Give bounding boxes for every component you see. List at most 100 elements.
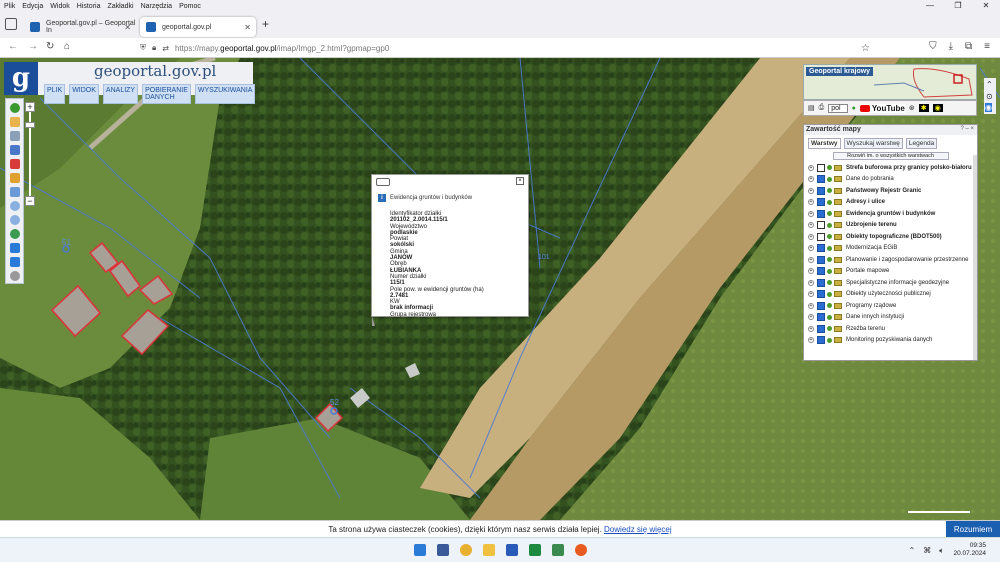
- layer-checkbox[interactable]: [817, 255, 825, 264]
- popup-close-icon[interactable]: ×: [516, 177, 524, 185]
- expand-icon[interactable]: +: [808, 302, 814, 309]
- system-clock[interactable]: 09:35 20.07.2024: [953, 542, 986, 558]
- print-icon[interactable]: [10, 131, 20, 141]
- layer-checkbox[interactable]: [817, 209, 825, 218]
- expand-icon[interactable]: +: [808, 233, 814, 240]
- expand-icon[interactable]: +: [808, 291, 814, 298]
- menu-analizy[interactable]: ANALIZY: [102, 84, 139, 104]
- cookie-accept-button[interactable]: Rozumiem: [946, 521, 1000, 538]
- popup-toolbar-icon[interactable]: [376, 178, 390, 186]
- expand-icon[interactable]: +: [808, 268, 814, 275]
- help-icon[interactable]: ●: [852, 105, 856, 112]
- reload-icon[interactable]: ↻: [46, 41, 54, 52]
- printer-icon[interactable]: ⎙: [819, 104, 825, 112]
- maximize-icon[interactable]: ❐: [944, 0, 972, 12]
- print-icon[interactable]: ▤: [808, 104, 815, 112]
- extensions-icon[interactable]: ⧉: [965, 41, 972, 52]
- layer-row[interactable]: + Monitoring pozyskiwania danych: [804, 335, 977, 347]
- downloads-icon[interactable]: ⤓: [949, 41, 953, 52]
- layer-checkbox[interactable]: [817, 221, 825, 230]
- youtube-link[interactable]: YouTube: [859, 103, 905, 113]
- menu-bookmarks[interactable]: Zakładki: [107, 3, 133, 10]
- menu-tools[interactable]: Narzędzia: [141, 3, 173, 10]
- cookie-learn-more-link[interactable]: Dowiedz się więcej: [604, 525, 672, 534]
- eye-icon[interactable]: ◉: [932, 104, 943, 112]
- forward-icon[interactable]: →: [28, 41, 38, 52]
- menu-edit[interactable]: Edycja: [22, 3, 43, 10]
- tab-close-icon[interactable]: ✕: [244, 23, 251, 32]
- menu-view[interactable]: Widok: [50, 3, 69, 10]
- draw-icon[interactable]: [10, 173, 20, 183]
- layer-row[interactable]: + Dane do pobrania: [804, 174, 977, 186]
- measure-icon[interactable]: [10, 187, 20, 197]
- layer-checkbox[interactable]: [817, 163, 825, 172]
- pan-hand-icon[interactable]: [10, 117, 20, 127]
- layer-checkbox[interactable]: [817, 267, 825, 276]
- expand-icon[interactable]: +: [808, 279, 814, 286]
- expand-icon[interactable]: +: [808, 164, 814, 171]
- taskview-icon[interactable]: [437, 544, 449, 556]
- layer-row[interactable]: + Programy rządowe: [804, 300, 977, 312]
- info-tool-icon[interactable]: [10, 103, 20, 113]
- expand-icon[interactable]: +: [808, 222, 814, 229]
- chrome-icon[interactable]: [460, 544, 472, 556]
- firefox-icon[interactable]: [575, 544, 587, 556]
- close-icon[interactable]: ✕: [972, 0, 1000, 12]
- excel-icon[interactable]: [529, 544, 541, 556]
- contrast-icon[interactable]: ✱: [918, 104, 929, 112]
- layer-checkbox[interactable]: [817, 324, 825, 333]
- globe-icon[interactable]: [10, 229, 20, 239]
- layer-row[interactable]: + Strefa buforowa przy granicy polsko-bia…: [804, 162, 977, 174]
- previous-view-icon[interactable]: [10, 243, 20, 253]
- zoom-plus-icon[interactable]: +: [25, 102, 35, 112]
- collapse-icon[interactable]: ⌃: [986, 80, 993, 89]
- layer-row[interactable]: + Obiekty użyteczności publicznej: [804, 289, 977, 301]
- tab-close-icon[interactable]: ✕: [124, 23, 131, 32]
- zoom-out-icon[interactable]: [10, 215, 20, 225]
- menu-pobieranie-danych[interactable]: POBIERANIE DANYCH: [142, 84, 191, 104]
- layer-row[interactable]: + Planowanie i zagospodarowanie przestrze…: [804, 254, 977, 266]
- new-tab-icon[interactable]: +: [262, 17, 269, 31]
- expand-icon[interactable]: +: [808, 245, 814, 252]
- zoom-handle[interactable]: [25, 122, 35, 128]
- layer-row[interactable]: + Rzeźba terenu: [804, 323, 977, 335]
- tab-wyszukaj-warstwe[interactable]: Wyszukaj warstwę: [843, 138, 903, 149]
- network-icon[interactable]: ⌘: [923, 546, 931, 556]
- expand-icon[interactable]: +: [808, 314, 814, 321]
- layer-row[interactable]: + Obiekty topograficzne (BDOT500): [804, 231, 977, 243]
- expand-icon[interactable]: +: [808, 199, 814, 206]
- menu-file[interactable]: Plik: [4, 3, 15, 10]
- select-icon[interactable]: [10, 145, 20, 155]
- map-canvas[interactable]: 51 52 101 g geoportal.gov.pl PLIK WIDOK …: [0, 58, 1000, 520]
- tray-chevron-icon[interactable]: ⌃: [908, 546, 915, 556]
- home-icon[interactable]: ⌂: [64, 41, 70, 52]
- tab-geoportal-info[interactable]: Geoportal.gov.pl – Geoportal In ✕: [24, 17, 136, 37]
- volume-icon[interactable]: 🔈︎: [939, 546, 944, 556]
- pocket-icon[interactable]: ⛉: [929, 41, 937, 52]
- layer-checkbox[interactable]: [817, 186, 825, 195]
- menu-wyszukiwania[interactable]: WYSZUKIWANIA: [194, 84, 256, 104]
- layer-row[interactable]: + Portale mapowe: [804, 266, 977, 278]
- layer-checkbox[interactable]: [817, 290, 825, 299]
- layer-row[interactable]: + Ewidencja gruntów i budynków: [804, 208, 977, 220]
- layer-checkbox[interactable]: [817, 278, 825, 287]
- expand-icon[interactable]: +: [808, 210, 814, 217]
- menu-help[interactable]: Pomoc: [179, 3, 201, 10]
- layer-checkbox[interactable]: [817, 232, 825, 241]
- tab-warstwy[interactable]: Warstwy: [808, 138, 841, 149]
- menu-plik[interactable]: PLIK: [44, 84, 66, 104]
- layer-checkbox[interactable]: [817, 336, 825, 345]
- layer-checkbox[interactable]: [817, 301, 825, 310]
- layers-scrollbar[interactable]: [973, 155, 977, 360]
- expand-icon[interactable]: +: [808, 187, 814, 194]
- layer-row[interactable]: + Państwowy Rejestr Granic: [804, 185, 977, 197]
- tab-legenda[interactable]: Legenda: [905, 138, 938, 149]
- geoportal-logo[interactable]: g: [4, 62, 38, 95]
- layer-row[interactable]: + Adresy i ulice: [804, 197, 977, 209]
- expand-icon[interactable]: +: [808, 256, 814, 263]
- back-icon[interactable]: ←: [8, 41, 18, 52]
- start-icon[interactable]: [414, 544, 426, 556]
- next-view-icon[interactable]: [10, 257, 20, 267]
- layer-checkbox[interactable]: [817, 198, 825, 207]
- bookmark-star-icon[interactable]: ☆: [861, 43, 870, 54]
